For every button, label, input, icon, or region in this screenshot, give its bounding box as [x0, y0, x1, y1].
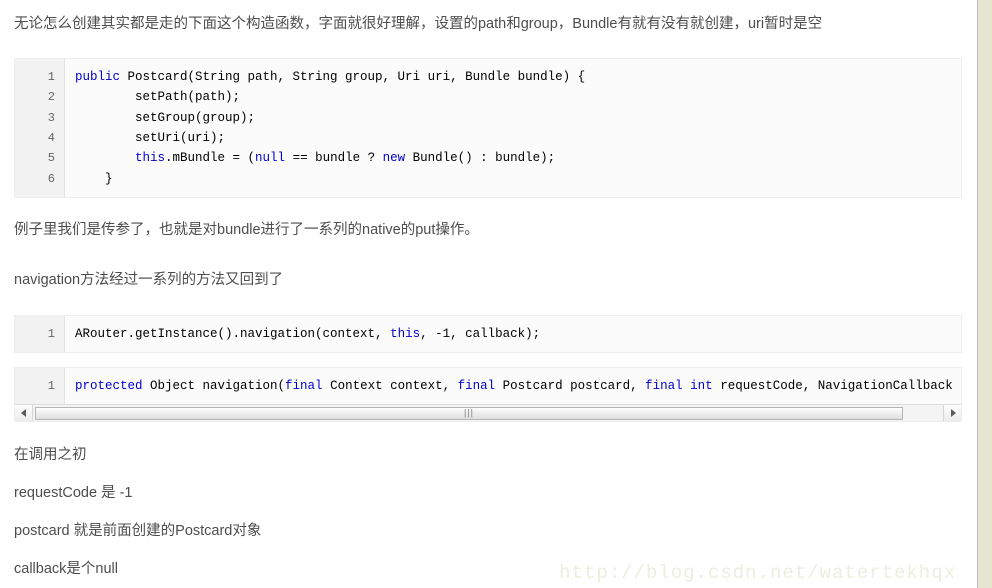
code-line: public Postcard(String path, String grou… — [75, 67, 961, 87]
code-line: } — [75, 169, 961, 189]
code-token: Postcard(String path, String group, Uri … — [120, 69, 586, 84]
code-token: this — [390, 326, 421, 341]
code-token: final — [457, 378, 496, 393]
code-token: new — [382, 151, 406, 166]
line-number: 2 — [47, 90, 55, 105]
article-page: 无论怎么创建其实都是走的下面这个构造函数，字面就很好理解，设置的path和gro… — [0, 0, 976, 588]
code-block-postcard-constructor[interactable]: 1 2 3 4 5 6 public Postcard(String path,… — [14, 57, 962, 199]
page-right-edge-strip — [977, 0, 992, 588]
code-token: == bundle ? — [285, 151, 383, 166]
code-token: requestCode, NavigationCallback callback… — [720, 378, 961, 393]
paragraph-nav-intro: navigation方法经过一系列的方法又回到了 — [14, 271, 284, 288]
scroll-left-arrow-icon[interactable] — [15, 404, 33, 422]
code-text-2[interactable]: ARouter.getInstance().navigation(context… — [65, 316, 961, 352]
line-number: 5 — [47, 151, 55, 166]
code-rows: 1 2 3 4 5 6 public Postcard(String path,… — [15, 58, 961, 198]
paragraph-call-begin: 在调用之初 — [14, 447, 87, 464]
code-token: protected — [75, 378, 143, 393]
code-line: this.mBundle = (null == bundle ? new Bun… — [75, 148, 961, 168]
paragraph-intro: 无论怎么创建其实都是走的下面这个构造函数，字面就很好理解，设置的path和gro… — [14, 16, 823, 32]
code-token: setUri(uri); — [75, 130, 226, 145]
code-line: setUri(uri); — [75, 128, 961, 148]
code-token: , — [420, 326, 436, 341]
code-block-navigation-signature[interactable]: 1 protected Object navigation(final Cont… — [14, 366, 962, 423]
scrollbar-track[interactable]: ||| — [33, 404, 943, 422]
paragraph-after-code-1: 例子里我们是传参了，也就是对bundle进行了一系列的native的put操作。 — [14, 222, 479, 239]
line-number: 1 — [47, 378, 55, 393]
code-line: protected Object navigation(final Contex… — [75, 376, 961, 396]
code-token: } — [75, 171, 113, 186]
code-token: int — [690, 378, 713, 393]
code-token: Bundle() : bundle); — [405, 151, 556, 166]
code-token: , callback); — [450, 326, 541, 341]
code-token: setGroup(group); — [75, 110, 256, 125]
paragraph-postcard-desc: postcard 就是前面创建的Postcard对象 — [14, 522, 262, 539]
code-token: null — [255, 151, 286, 166]
line-number: 3 — [47, 110, 55, 125]
paragraph-request-code: requestCode 是 -1 — [14, 485, 133, 502]
watermark-text: http://blog.csdn.net/watertekhqx — [559, 562, 956, 584]
code-text-1[interactable]: public Postcard(String path, String grou… — [65, 59, 961, 197]
code-token: Postcard postcard, — [495, 378, 646, 393]
code-gutter-1: 1 2 3 4 5 6 — [15, 58, 65, 198]
code-token: this — [135, 151, 166, 166]
code-gutter-2: 1 — [15, 315, 65, 352]
line-number: 4 — [47, 130, 55, 145]
code-token: .mBundle = ( — [165, 151, 256, 166]
horizontal-scrollbar[interactable]: ||| — [15, 404, 961, 422]
code-line: setPath(path); — [75, 87, 961, 107]
code-line: ARouter.getInstance().navigation(context… — [75, 324, 961, 344]
code-block-arouter-navigation-call[interactable]: 1 ARouter.getInstance().navigation(conte… — [14, 314, 962, 353]
line-number: 1 — [47, 69, 55, 84]
code-rows: 1 protected Object navigation(final Cont… — [15, 367, 961, 405]
scrollbar-thumb[interactable]: ||| — [35, 406, 903, 420]
code-token: final — [645, 378, 683, 393]
code-token: setPath(path); — [75, 90, 241, 105]
line-number: 1 — [47, 326, 55, 341]
code-rows: 1 ARouter.getInstance().navigation(conte… — [15, 315, 961, 352]
code-token: Context context, — [322, 378, 458, 393]
scroll-right-arrow-icon[interactable] — [943, 404, 961, 422]
code-text-3[interactable]: protected Object navigation(final Contex… — [65, 368, 961, 404]
code-gutter-3: 1 — [15, 367, 65, 405]
code-token: ARouter.getInstance().navigation(context… — [75, 326, 391, 341]
code-token: final — [285, 378, 323, 393]
scrollbar-grip-icon: ||| — [463, 407, 475, 418]
code-line: setGroup(group); — [75, 108, 961, 128]
code-token: public — [75, 69, 121, 84]
line-number: 6 — [47, 171, 55, 186]
code-token: Object navigation( — [142, 378, 286, 393]
code-token: -1 — [435, 326, 451, 341]
